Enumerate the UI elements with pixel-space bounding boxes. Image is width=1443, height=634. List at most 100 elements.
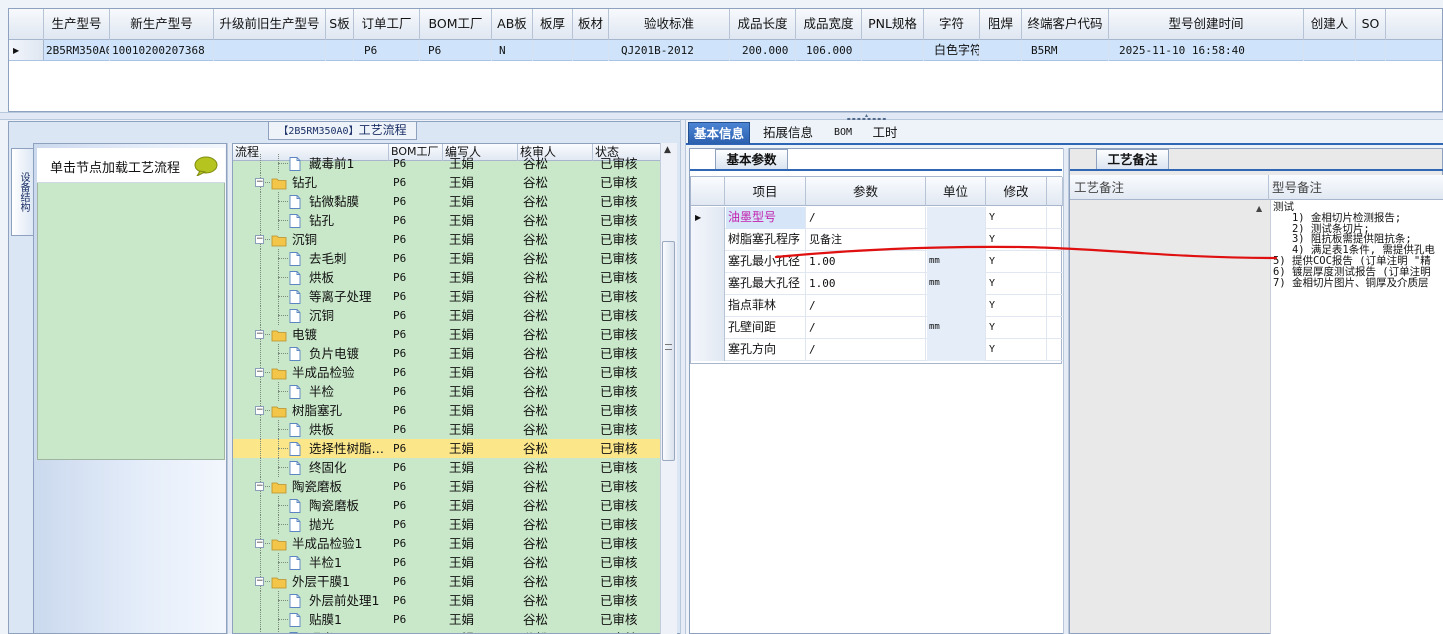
cell-width[interactable]: 106.000 <box>796 40 862 61</box>
col-thickness[interactable]: 板厚 <box>533 9 573 40</box>
tab-work-hours[interactable]: 工时 <box>866 122 904 144</box>
tree-row[interactable]: − 树脂塞孔 P6 王娟 谷松 已审核 <box>233 401 661 420</box>
param-item[interactable]: 塞孔方向 <box>726 339 806 361</box>
param-value[interactable]: / <box>807 295 926 317</box>
param-item[interactable]: 孔壁间距 <box>726 317 806 339</box>
collapse-toggle-icon[interactable]: − <box>255 539 264 548</box>
cell-ab-board[interactable]: N <box>492 40 533 61</box>
collapse-toggle-icon[interactable]: − <box>255 368 264 377</box>
table-row[interactable]: ▶ 2B5RM350A0 10010200207368 P6 P6 N QJ20… <box>9 40 1442 61</box>
tree-row[interactable]: 钻孔 P6 王娟 谷松 已审核 <box>233 211 661 230</box>
col-old-production-model[interactable]: 升级前旧生产型号 <box>214 9 326 40</box>
col-bom-factory[interactable]: BOM工厂 <box>420 9 492 40</box>
model-notes-text[interactable]: 测试 1) 金相切片检测报告; 2) 测试条切片; 3) 阻抗板需提供阻抗条; … <box>1270 200 1443 634</box>
col-item[interactable]: 项目 <box>725 177 806 206</box>
scroll-up-icon[interactable]: ▲ <box>664 145 671 155</box>
tree-row[interactable]: 选择性树脂… P6 王娟 谷松 已审核 <box>233 439 661 458</box>
tree-row[interactable]: 藏毒前1 P6 王娟 谷松 已审核 <box>233 154 661 173</box>
tree-row[interactable]: 外层前处理1 P6 王娟 谷松 已审核 <box>233 591 661 610</box>
param-row[interactable]: 塞孔最大孔径 1.00 mm Y <box>691 273 1063 295</box>
cell-material[interactable] <box>573 40 609 61</box>
param-unit[interactable] <box>927 339 986 361</box>
param-item[interactable]: 油墨型号 <box>726 207 806 229</box>
node-list[interactable] <box>37 148 225 460</box>
tree-row[interactable]: − 陶瓷磨板 P6 王娟 谷松 已审核 <box>233 477 661 496</box>
col-material[interactable]: 板材 <box>573 9 609 40</box>
param-unit[interactable]: mm <box>927 317 986 339</box>
cell-bom-factory[interactable]: P6 <box>420 40 492 61</box>
tree-row[interactable]: 烘板 P6 王娟 谷松 已审核 <box>233 268 661 287</box>
col-width[interactable]: 成品宽度 <box>796 9 862 40</box>
tree-row[interactable]: 去毛刺 P6 王娟 谷松 已审核 <box>233 249 661 268</box>
cell-solder-mask[interactable] <box>980 40 1022 61</box>
param-item[interactable]: 塞孔最大孔径 <box>726 273 806 295</box>
tab-basic-params[interactable]: 基本参数 <box>715 149 788 169</box>
cell-created-time[interactable]: 2025-11-10 16:58:40 <box>1109 40 1304 61</box>
param-row[interactable]: ▶ 油墨型号 / Y <box>691 207 1063 229</box>
tree-row[interactable]: 负片电镀 P6 王娟 谷松 已审核 <box>233 344 661 363</box>
param-modify[interactable]: Y <box>987 207 1047 229</box>
collapse-toggle-icon[interactable]: − <box>255 577 264 586</box>
splitter-grip-icon[interactable]: ▴ ▪▪▪▪▪▪▪▪ ▴ <box>845 113 889 127</box>
tree-row[interactable]: − 钻孔 P6 王娟 谷松 已审核 <box>233 173 661 192</box>
col-ab-board[interactable]: AB板 <box>492 9 533 40</box>
param-modify[interactable]: Y <box>987 295 1047 317</box>
collapse-toggle-icon[interactable]: − <box>255 330 264 339</box>
tree-row[interactable]: 半检1 P6 王娟 谷松 已审核 <box>233 553 661 572</box>
cell-legend[interactable]: 白色字符 <box>924 40 980 61</box>
tree-row[interactable]: − 电镀 P6 王娟 谷松 已审核 <box>233 325 661 344</box>
col-so[interactable]: SO <box>1356 9 1386 40</box>
tree-row[interactable]: − 半成品检验1 P6 王娟 谷松 已审核 <box>233 534 661 553</box>
tab-bom[interactable]: BOM <box>826 122 860 144</box>
tab-basic-info[interactable]: 基本信息 <box>688 122 750 144</box>
tree-row[interactable]: − 半成品检验 P6 王娟 谷松 已审核 <box>233 363 661 382</box>
param-unit[interactable] <box>927 207 986 229</box>
col-pnl-spec[interactable]: PNL规格 <box>862 9 924 40</box>
tab-extended-info[interactable]: 拓展信息 <box>758 122 818 144</box>
cell-order-factory[interactable]: P6 <box>354 40 420 61</box>
param-value[interactable]: / <box>807 317 926 339</box>
collapse-toggle-icon[interactable]: − <box>255 482 264 491</box>
cell-production-model[interactable]: 2B5RM350A0 <box>44 40 110 61</box>
param-modify[interactable]: Y <box>987 339 1047 361</box>
tree-row[interactable]: 抛光 P6 王娟 谷松 已审核 <box>233 515 661 534</box>
tree-row[interactable]: 沉铜 P6 王娟 谷松 已审核 <box>233 306 661 325</box>
tree-row[interactable]: 等离子处理 P6 王娟 谷松 已审核 <box>233 287 661 306</box>
cell-so[interactable] <box>1356 40 1386 61</box>
col-modify[interactable]: 修改 <box>986 177 1047 206</box>
col-s-board[interactable]: S板 <box>326 9 354 40</box>
tree-row[interactable]: − 外层干膜1 P6 王娟 谷松 已审核 <box>233 572 661 591</box>
tree-row[interactable]: − 沉铜 P6 王娟 谷松 已审核 <box>233 230 661 249</box>
collapse-toggle-icon[interactable]: − <box>255 235 264 244</box>
col-customer-code[interactable]: 终端客户代码 <box>1022 9 1109 40</box>
cell-acceptance-standard[interactable]: QJ201B-2012 <box>609 40 730 61</box>
notes-scroll-up-icon[interactable]: ▲ <box>1256 204 1262 213</box>
col-legend[interactable]: 字符 <box>924 9 980 40</box>
col-unit[interactable]: 单位 <box>926 177 986 206</box>
col-acceptance-standard[interactable]: 验收标准 <box>609 9 730 40</box>
tree-row[interactable]: 烘板 P6 王娟 谷松 已审核 <box>233 420 661 439</box>
tree-row[interactable]: 贴膜1 P6 王娟 谷松 已审核 <box>233 610 661 629</box>
col-length[interactable]: 成品长度 <box>730 9 796 40</box>
col-new-production-model[interactable]: 新生产型号 <box>110 9 214 40</box>
cell-length[interactable]: 200.000 <box>730 40 796 61</box>
comment-icon[interactable] <box>194 156 218 176</box>
cell-new-production-model[interactable]: 10010200207368 <box>110 40 214 61</box>
col-order-factory[interactable]: 订单工厂 <box>354 9 420 40</box>
col-created-time[interactable]: 型号创建时间 <box>1109 9 1304 40</box>
tab-equipment-structure[interactable]: 设备结构 <box>11 148 33 236</box>
param-row[interactable]: 塞孔方向 / Y <box>691 339 1063 361</box>
param-value[interactable]: / <box>807 339 926 361</box>
param-row[interactable]: 指点菲林 / Y <box>691 295 1063 317</box>
tree-row[interactable]: 钻微黏膜 P6 王娟 谷松 已审核 <box>233 192 661 211</box>
param-modify[interactable]: Y <box>987 273 1047 295</box>
tree-scroll-thumb[interactable] <box>662 241 675 461</box>
param-value[interactable]: / <box>807 207 926 229</box>
cell-s-board[interactable] <box>326 40 354 61</box>
cell-customer-code[interactable]: B5RM <box>1022 40 1109 61</box>
tree-row[interactable]: 曝光1 P6 王娟 谷松 已审核 <box>233 629 661 633</box>
horizontal-splitter[interactable] <box>0 112 1443 120</box>
param-unit[interactable]: mm <box>927 273 986 295</box>
param-item[interactable]: 指点菲林 <box>726 295 806 317</box>
cell-creator[interactable] <box>1304 40 1356 61</box>
